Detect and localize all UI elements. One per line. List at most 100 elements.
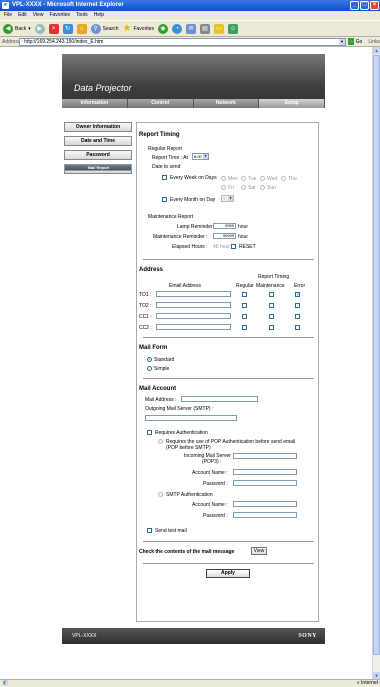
pop3-server-input[interactable]: [233, 453, 297, 459]
back-button[interactable]: ◀ Back ▾: [3, 23, 31, 34]
minimize-icon[interactable]: _: [350, 1, 359, 10]
folder-icon[interactable]: ▭: [214, 23, 225, 34]
pop-password-input[interactable]: [233, 480, 297, 486]
report-time-label: Report Time : At: [152, 155, 188, 161]
chevron-down-icon[interactable]: ▼: [339, 38, 345, 45]
divider: [143, 563, 314, 564]
day-tue-radio[interactable]: [241, 176, 246, 181]
send-test-mail-checkbox[interactable]: [147, 528, 152, 533]
mail-icon[interactable]: ✉: [186, 23, 197, 34]
standard-radio[interactable]: [147, 357, 152, 362]
print-icon[interactable]: ▤: [200, 23, 211, 34]
cc1-regular-checkbox[interactable]: [242, 314, 247, 319]
menu-tools[interactable]: Tools: [76, 11, 88, 20]
report-time-select[interactable]: 8:00 ▼: [192, 153, 209, 160]
day-mon-radio[interactable]: [221, 176, 226, 181]
mail-form-heading: Mail Form: [139, 345, 168, 351]
links-button[interactable]: Links: [368, 39, 380, 45]
messenger-icon[interactable]: ☺: [228, 23, 239, 34]
tab-control[interactable]: Control: [127, 99, 194, 108]
day-sun-radio[interactable]: [260, 185, 265, 190]
simple-radio[interactable]: [147, 366, 152, 371]
history-icon[interactable]: ◔: [172, 23, 183, 34]
sidebar-item-date-and-time[interactable]: Date and Time: [64, 136, 132, 146]
reset-checkbox[interactable]: [231, 244, 236, 249]
smtp-account-name-input[interactable]: [233, 501, 297, 507]
day-sat-radio[interactable]: [241, 185, 246, 190]
maintenance-reminder-input[interactable]: 99999: [213, 233, 236, 239]
requires-authentication-checkbox[interactable]: [147, 430, 152, 435]
address-bar: Address ▫ http://169.254.243.150/index_E…: [0, 37, 380, 47]
apply-button[interactable]: Apply: [206, 569, 250, 578]
cc2-error-checkbox[interactable]: [295, 325, 300, 330]
go-arrow-icon[interactable]: →: [348, 38, 354, 45]
menu-file[interactable]: File: [4, 11, 12, 20]
maintenance-reminder-label: Maintenance Reminder :: [153, 234, 208, 240]
every-month-checkbox[interactable]: [162, 197, 167, 202]
url-field[interactable]: ▫ http://169.254.243.150/index_E.htm ▼: [19, 37, 346, 46]
chevron-down-icon: ▼: [203, 154, 208, 159]
favorites-button[interactable]: ★ Favorites: [122, 22, 154, 34]
to2-error-checkbox[interactable]: [295, 303, 300, 308]
search-button[interactable]: ⚲ Search: [90, 23, 118, 34]
every-week-label: Every Week on Days: [170, 175, 217, 181]
vertical-scrollbar[interactable]: ▲ ▼: [372, 47, 380, 679]
maximize-icon[interactable]: □: [360, 1, 369, 10]
smtp-password-label: Password :: [203, 513, 228, 519]
address-label: Address: [2, 38, 21, 45]
pop-account-name-label: Account Name :: [192, 470, 228, 476]
pop-before-smtp-radio[interactable]: [158, 439, 163, 444]
cc1-email-input[interactable]: [156, 313, 231, 319]
cc2-maintenance-checkbox[interactable]: [269, 325, 274, 330]
view-button[interactable]: View: [251, 547, 267, 555]
tab-information[interactable]: Information: [62, 99, 128, 108]
divider: [143, 541, 314, 542]
smtp-server-input[interactable]: [145, 415, 237, 421]
mail-address-input[interactable]: [181, 396, 258, 402]
cc2-regular-checkbox[interactable]: [242, 325, 247, 330]
cc1-maintenance-checkbox[interactable]: [269, 314, 274, 319]
go-button[interactable]: Go: [356, 39, 363, 45]
to1-maintenance-checkbox[interactable]: [269, 292, 274, 297]
month-day-select[interactable]: 1 ▼: [221, 195, 234, 202]
day-wed-radio[interactable]: [260, 176, 265, 181]
day-fri-radio[interactable]: [221, 185, 226, 190]
sidebar-item-password[interactable]: Password: [64, 150, 132, 160]
regular-report-label: Regular Report: [148, 146, 182, 152]
close-icon[interactable]: ×: [370, 1, 379, 10]
to1-email-input[interactable]: [156, 291, 231, 297]
home-icon[interactable]: ⌂: [76, 23, 87, 34]
scroll-up-icon[interactable]: ▲: [373, 47, 380, 54]
sidebar-item-mail-report[interactable]: Mail Report: [64, 164, 132, 171]
to2-regular-checkbox[interactable]: [242, 303, 247, 308]
forward-arrow-icon[interactable]: ▶: [34, 23, 45, 34]
pop-account-name-input[interactable]: [233, 469, 297, 475]
cc2-email-input[interactable]: [156, 324, 231, 330]
to1-regular-checkbox[interactable]: [242, 292, 247, 297]
menu-edit[interactable]: Edit: [18, 11, 27, 20]
to2-maintenance-checkbox[interactable]: [269, 303, 274, 308]
menu-view[interactable]: View: [33, 11, 44, 20]
sidebar-item-owner-information[interactable]: Owner Information: [64, 122, 132, 132]
scroll-thumb[interactable]: [373, 55, 380, 655]
to2-email-input[interactable]: [156, 302, 231, 308]
stop-icon[interactable]: ×: [48, 23, 59, 34]
every-week-checkbox[interactable]: [162, 175, 167, 180]
globe-icon: ●: [356, 680, 360, 686]
divider: [143, 378, 314, 379]
menu-favorites[interactable]: Favorites: [49, 11, 70, 20]
tab-setup[interactable]: Setup: [259, 99, 325, 108]
scroll-down-icon[interactable]: ▼: [373, 672, 380, 679]
day-thu-radio[interactable]: [281, 176, 286, 181]
refresh-icon[interactable]: ↻: [62, 23, 73, 34]
menu-help[interactable]: Help: [94, 11, 104, 20]
cc1-error-checkbox[interactable]: [295, 314, 300, 319]
back-arrow-icon: ◀: [3, 23, 13, 34]
tab-network[interactable]: Network: [193, 99, 260, 108]
smtp-authentication-radio[interactable]: [158, 492, 163, 497]
smtp-password-input[interactable]: [233, 512, 297, 518]
lamp-reminder-input[interactable]: 9999: [213, 223, 236, 229]
to1-error-checkbox[interactable]: ✓: [295, 292, 300, 298]
media-icon[interactable]: ◉: [158, 23, 169, 34]
star-icon: ★: [122, 22, 132, 34]
